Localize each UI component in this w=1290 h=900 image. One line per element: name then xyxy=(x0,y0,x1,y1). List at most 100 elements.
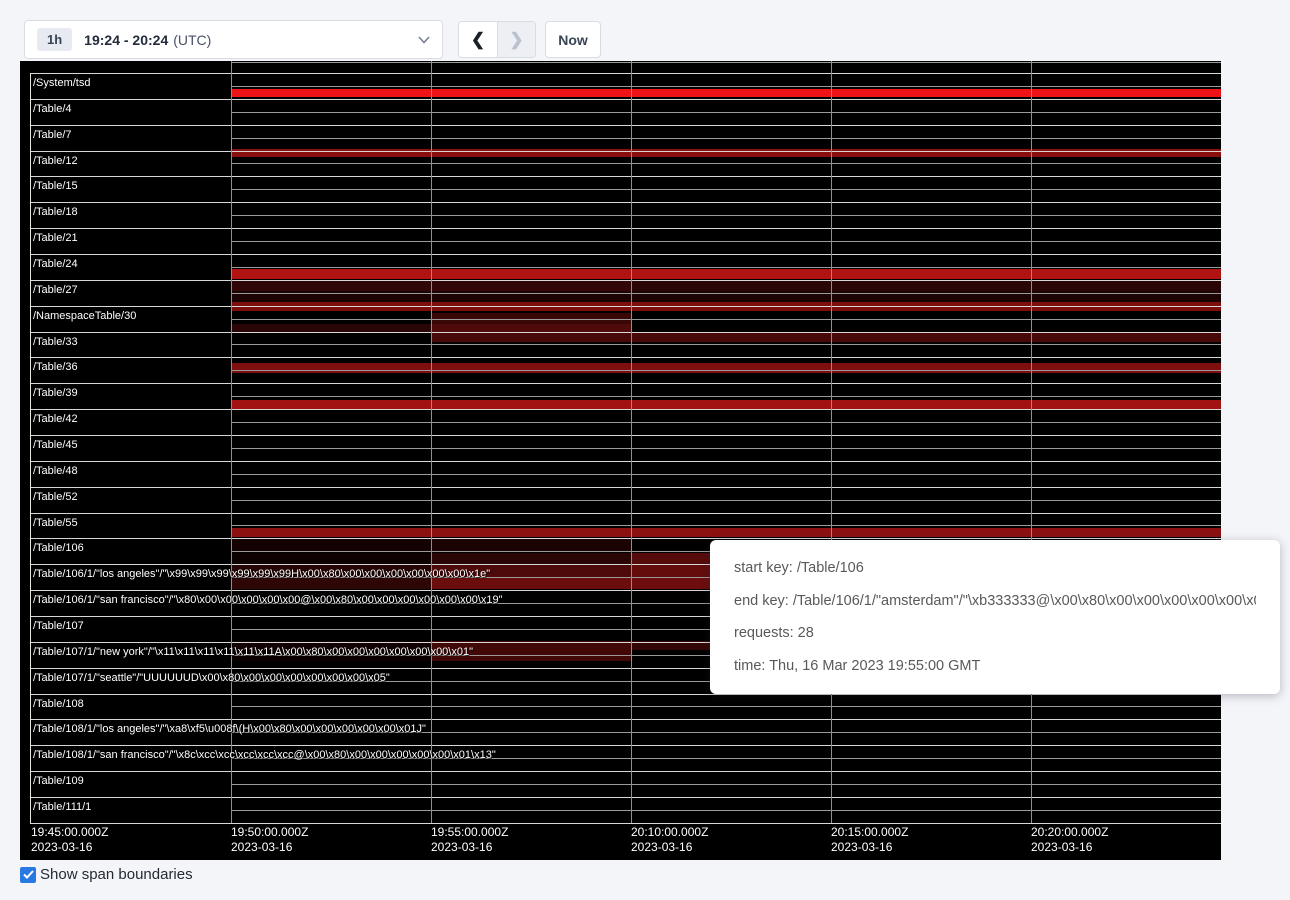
heat-band-segment[interactable] xyxy=(831,332,1031,342)
heat-band-segment[interactable] xyxy=(232,324,432,332)
axis-tick-time: 20:10:00.000Z xyxy=(631,825,708,839)
now-button[interactable]: Now xyxy=(545,21,601,58)
heat-band-segment[interactable] xyxy=(232,553,432,564)
heat-band-segment[interactable] xyxy=(632,528,832,537)
span-boundary-line xyxy=(30,823,1221,824)
span-boundary-line xyxy=(30,487,1221,488)
row-label: /Table/55 xyxy=(33,517,78,530)
heat-band[interactable] xyxy=(232,528,1221,537)
span-boundary-line xyxy=(231,422,1221,423)
time-grid-line xyxy=(231,61,232,823)
heat-band-segment[interactable] xyxy=(432,528,632,537)
heat-band-segment[interactable] xyxy=(232,363,432,373)
heat-band[interactable] xyxy=(232,269,1221,279)
heat-band[interactable] xyxy=(232,363,1221,373)
heat-band-segment[interactable] xyxy=(432,269,632,279)
heat-band-segment[interactable] xyxy=(831,324,1031,332)
heat-band[interactable] xyxy=(232,280,1221,291)
heat-band-segment[interactable] xyxy=(232,528,432,537)
heat-band-segment[interactable] xyxy=(831,363,1031,373)
tooltip-time: time: Thu, 16 Mar 2023 19:55:00 GMT xyxy=(734,658,1256,674)
heat-band-segment[interactable] xyxy=(232,332,432,342)
time-window-zone: (UTC) xyxy=(173,32,211,48)
time-grid-line xyxy=(831,61,832,823)
heat-band-segment[interactable] xyxy=(432,400,632,409)
heat-band-segment[interactable] xyxy=(1031,89,1221,97)
heat-band-segment[interactable] xyxy=(232,538,432,551)
heat-band-segment[interactable] xyxy=(632,400,832,409)
row-label: /Table/106/1/"los angeles"/"\x99\x99\x99… xyxy=(33,568,490,581)
heat-band-segment[interactable] xyxy=(1031,400,1221,409)
span-boundary-line xyxy=(231,370,1221,371)
axis-tick-date: 2023-03-16 xyxy=(1031,840,1092,854)
show-span-boundaries-control[interactable]: Show span boundaries xyxy=(20,866,193,883)
heat-band-segment[interactable] xyxy=(1031,528,1221,537)
heat-band-segment[interactable] xyxy=(831,269,1031,279)
prev-time-button[interactable]: ❮ xyxy=(459,22,497,57)
heat-band-segment[interactable] xyxy=(632,89,832,97)
heat-band-segment[interactable] xyxy=(432,538,632,551)
heat-band-segment[interactable] xyxy=(831,400,1031,409)
heat-band[interactable] xyxy=(232,324,1221,332)
heat-band-segment[interactable] xyxy=(632,332,832,342)
heat-band[interactable] xyxy=(232,400,1221,409)
axis-tick-time: 19:55:00.000Z xyxy=(431,825,508,839)
row-label: /NamespaceTable/30 xyxy=(33,310,136,323)
heat-band-segment[interactable] xyxy=(232,89,432,97)
heat-band-segment[interactable] xyxy=(232,269,432,279)
next-time-button[interactable]: ❯ xyxy=(497,22,535,57)
heat-band-segment[interactable] xyxy=(1031,324,1221,332)
span-boundary-line xyxy=(231,396,1221,397)
key-visualizer-canvas[interactable]: /System/tsd/Table/4/Table/7/Table/12/Tab… xyxy=(20,61,1221,860)
axis-tick-time: 19:45:00.000Z xyxy=(31,825,108,839)
row-label: /Table/107 xyxy=(33,620,84,633)
heat-band-segment[interactable] xyxy=(1031,280,1221,291)
heat-band-segment[interactable] xyxy=(1031,269,1221,279)
heat-band-segment[interactable] xyxy=(232,280,432,291)
heat-band-segment[interactable] xyxy=(432,363,632,373)
row-label: /Table/48 xyxy=(33,465,78,478)
heat-band-segment[interactable] xyxy=(632,363,832,373)
span-boundary-line xyxy=(231,138,1221,139)
heat-band-segment[interactable] xyxy=(831,89,1031,97)
span-boundary-line xyxy=(30,306,1221,307)
heat-band-segment[interactable] xyxy=(432,332,632,342)
span-boundary-line xyxy=(231,319,1221,320)
heat-band-segment[interactable] xyxy=(432,89,632,97)
heat-band-segment[interactable] xyxy=(632,324,832,332)
time-grid-line xyxy=(1031,61,1032,823)
heat-band-segment[interactable] xyxy=(232,400,432,409)
heat-band-segment[interactable] xyxy=(1031,332,1221,342)
time-window-select[interactable]: 1h 19:24 - 20:24 (UTC) xyxy=(24,20,443,59)
row-label: /Table/108/1/"san francisco"/"\x8c\xcc\x… xyxy=(33,749,496,762)
row-label: /Table/27 xyxy=(33,284,78,297)
span-boundary-line xyxy=(30,125,1221,126)
row-label: /Table/45 xyxy=(33,439,78,452)
heat-band-segment[interactable] xyxy=(831,528,1031,537)
heat-band-segment[interactable] xyxy=(831,280,1031,291)
check-icon xyxy=(23,870,34,879)
heat-band-segment[interactable] xyxy=(1031,363,1221,373)
row-label: /Table/7 xyxy=(33,129,72,142)
time-nav-group: ❮ ❯ xyxy=(458,21,536,58)
heat-band-segment[interactable] xyxy=(432,553,632,564)
show-span-boundaries-checkbox[interactable] xyxy=(20,867,36,883)
row-label: /Table/52 xyxy=(33,491,78,504)
span-boundary-line xyxy=(30,745,1221,746)
span-boundary-line xyxy=(231,86,1221,87)
span-boundary-line xyxy=(30,513,1221,514)
heat-band-segment[interactable] xyxy=(632,280,832,291)
span-boundary-line xyxy=(30,719,1221,720)
row-label: /Table/107/1/"seattle"/"UUUUUUD\x00\x80\… xyxy=(33,672,390,685)
heat-band-segment[interactable] xyxy=(632,269,832,279)
heat-band[interactable] xyxy=(232,332,1221,342)
axis-tick-date: 2023-03-16 xyxy=(631,840,692,854)
axis-tick-date: 2023-03-16 xyxy=(831,840,892,854)
key-visualizer-page: { "toolbar": { "time_window_badge": "1h"… xyxy=(0,0,1290,900)
span-boundary-line xyxy=(231,344,1221,345)
row-label: /Table/39 xyxy=(33,387,78,400)
heat-band-segment[interactable] xyxy=(432,324,632,332)
heat-band[interactable] xyxy=(232,89,1221,97)
heat-band-segment[interactable] xyxy=(432,280,632,291)
time-window-range: 19:24 - 20:24 xyxy=(84,32,168,48)
